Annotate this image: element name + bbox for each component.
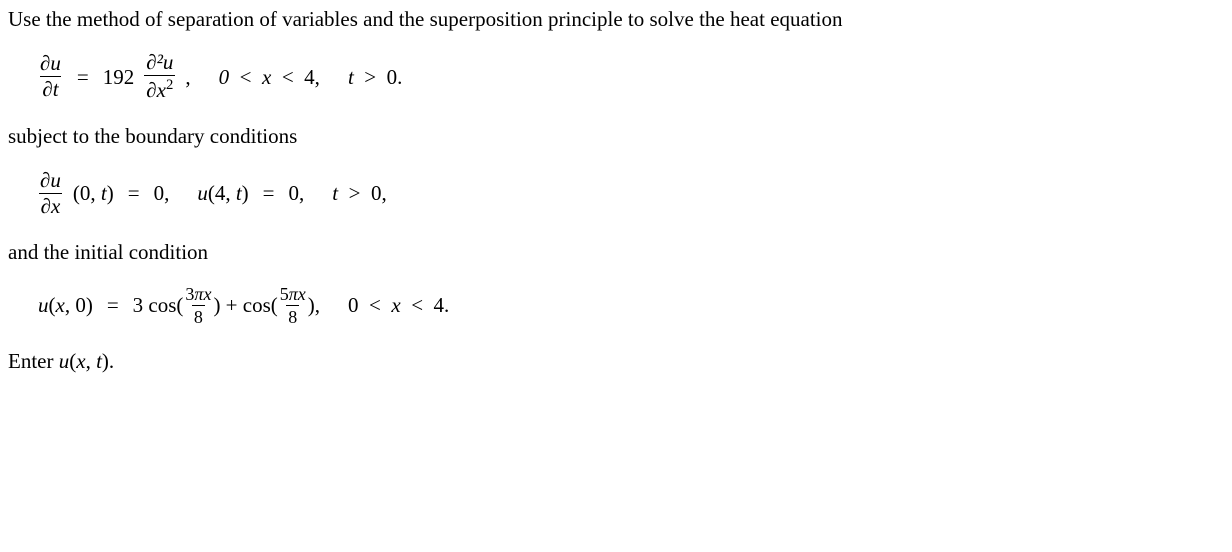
t-domain: t > 0,	[332, 180, 386, 206]
plus-cos: ) + cos(	[213, 292, 277, 318]
comma: ,	[185, 64, 190, 90]
boundary-conditions: ∂u ∂x (0, t) = 0, u(4, t) = 0, t > 0,	[38, 170, 1224, 217]
frac-den: 8	[286, 305, 299, 326]
x-domain: 0 < x < 4,	[219, 64, 320, 90]
frac-den: ∂x	[39, 193, 63, 217]
bc2: u(4, t)	[197, 180, 248, 206]
answer-prompt: Enter u(x, t).	[8, 348, 1224, 374]
zero-value: 0,	[154, 180, 170, 206]
d2u-dx2-fraction: ∂²u ∂x2	[144, 52, 175, 101]
bc-intro: subject to the boundary conditions	[8, 123, 1224, 149]
t-domain: t > 0.	[348, 64, 402, 90]
equals-sign: =	[77, 64, 89, 90]
close-paren: ),	[308, 292, 320, 318]
bc1-args: (0, t)	[73, 180, 114, 206]
du-dt-fraction: ∂u ∂t	[38, 53, 63, 100]
frac-num: ∂²u	[144, 52, 175, 75]
ic-lhs: u(x, 0)	[38, 292, 93, 318]
frac-den: 8	[192, 305, 205, 326]
frac-num: ∂u	[38, 53, 63, 76]
term1-coef: 3 cos(	[133, 292, 184, 318]
du-dx-fraction: ∂u ∂x	[38, 170, 63, 217]
intro-text: Use the method of separation of variable…	[8, 6, 1224, 32]
frac-den: ∂t	[40, 76, 60, 100]
arg2-fraction: 5πx 8	[278, 285, 308, 326]
heat-equation: ∂u ∂t = 192 ∂²u ∂x2 , 0 < x < 4, t > 0.	[38, 52, 1224, 101]
prompt-pre: Enter	[8, 349, 59, 373]
ic-rhs: 3 cos( 3πx 8 ) + cos( 5πx 8 ),	[133, 285, 320, 326]
equals-sign: =	[107, 292, 119, 318]
prompt-u: u	[59, 349, 70, 373]
zero-value: 0,	[289, 180, 305, 206]
frac-num: ∂u	[38, 170, 63, 193]
arg1-fraction: 3πx 8	[183, 285, 213, 326]
prompt-args: (x, t).	[69, 349, 114, 373]
equals-sign: =	[263, 180, 275, 206]
frac-num: 3πx	[183, 285, 213, 305]
ic-intro: and the initial condition	[8, 239, 1224, 265]
problem-page: Use the method of separation of variable…	[0, 0, 1232, 374]
initial-condition: u(x, 0) = 3 cos( 3πx 8 ) + cos( 5πx 8 ),…	[38, 285, 1224, 326]
frac-den: ∂x2	[144, 75, 175, 101]
equals-sign: =	[128, 180, 140, 206]
x-domain: 0 < x < 4.	[348, 292, 449, 318]
frac-num: 5πx	[278, 285, 308, 305]
coefficient: 192	[103, 64, 135, 90]
